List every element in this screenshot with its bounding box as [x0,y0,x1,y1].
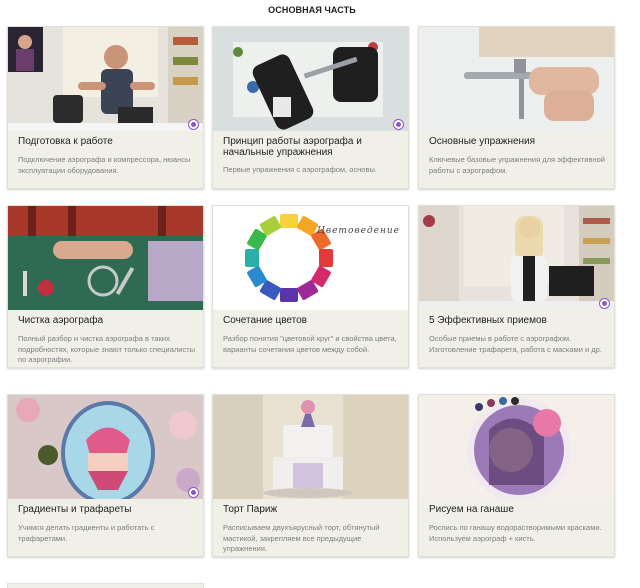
lesson-thumbnail[interactable] [8,395,203,499]
play-badge-icon [599,298,610,309]
lesson-description: Расписываем двухъярусный торт, обтянутый… [223,523,380,553]
lesson-description: Роспись по ганашу водорастворимыми краск… [429,523,602,543]
lesson-card-cleaning[interactable]: Чистка аэрографа Полный разбор и чистка … [7,205,204,368]
lesson-description: Особые приемы в работе с аэрографом. Изг… [429,334,602,354]
lesson-thumbnail[interactable] [419,206,614,310]
play-badge-icon [188,487,199,498]
lesson-title: Принцип работы аэрографа и начальные упр… [223,136,362,158]
lesson-card-techniques[interactable]: 5 Эффективных приемов Особые приемы в ра… [418,205,615,368]
lesson-title: Чистка аэрографа [18,315,104,326]
section-title: ОСНОВНАЯ ЧАСТЬ [268,5,356,15]
lesson-thumbnail[interactable] [8,206,203,310]
lesson-card-principles[interactable]: Принцип работы аэрографа и начальные упр… [212,26,409,189]
lesson-title: 5 Эффективных приемов [429,315,547,326]
lesson-thumbnail[interactable] [8,27,203,131]
lesson-title: Основные упражнения [429,136,536,147]
lesson-description: Первые упражнения с аэрографом, основы. [223,165,377,174]
lesson-description: Подключение аэрографа и компрессора, нюа… [18,155,191,175]
lesson-thumbnail[interactable] [213,27,408,131]
lesson-description: Полный разбор и чистка аэрографа в таких… [18,334,196,364]
lesson-card-partial[interactable] [7,583,204,588]
lesson-title: Торт Париж [223,504,278,515]
lesson-thumbnail[interactable] [419,27,614,131]
lesson-title: Сочетание цветов [223,315,307,326]
play-badge-icon [393,119,404,130]
lesson-thumbnail[interactable]: Цветоведение [213,206,408,310]
lesson-card-ganache[interactable]: Рисуем на ганаше Роспись по ганашу водор… [418,394,615,557]
lesson-card-paris-cake[interactable]: Торт Париж Расписываем двухъярусный торт… [212,394,409,557]
lesson-card-color[interactable]: Цветоведение Сочетание цветов Разбор пон… [212,205,409,368]
color-wheel-caption: Цветоведение [317,226,401,236]
lesson-thumbnail[interactable] [213,395,408,499]
lesson-title: Подготовка к работе [18,136,113,147]
play-badge-icon [188,119,199,130]
lesson-card-exercises[interactable]: Основные упражнения Ключевые базовые упр… [418,26,615,189]
lesson-title: Градиенты и трафареты [18,504,132,515]
lesson-description: Ключевые базовые упражнения для эффектив… [429,155,605,175]
lesson-description: Разбор понятия "цветовой круг" и свойств… [223,334,397,354]
lesson-description: Учимся делать градиенты и работать с тра… [18,523,155,543]
lesson-card-preparation[interactable]: Подготовка к работе Подключение аэрограф… [7,26,204,189]
lesson-thumbnail[interactable] [419,395,614,499]
lesson-title: Рисуем на ганаше [429,504,514,515]
lesson-card-gradients[interactable]: Градиенты и трафареты Учимся делать град… [7,394,204,557]
